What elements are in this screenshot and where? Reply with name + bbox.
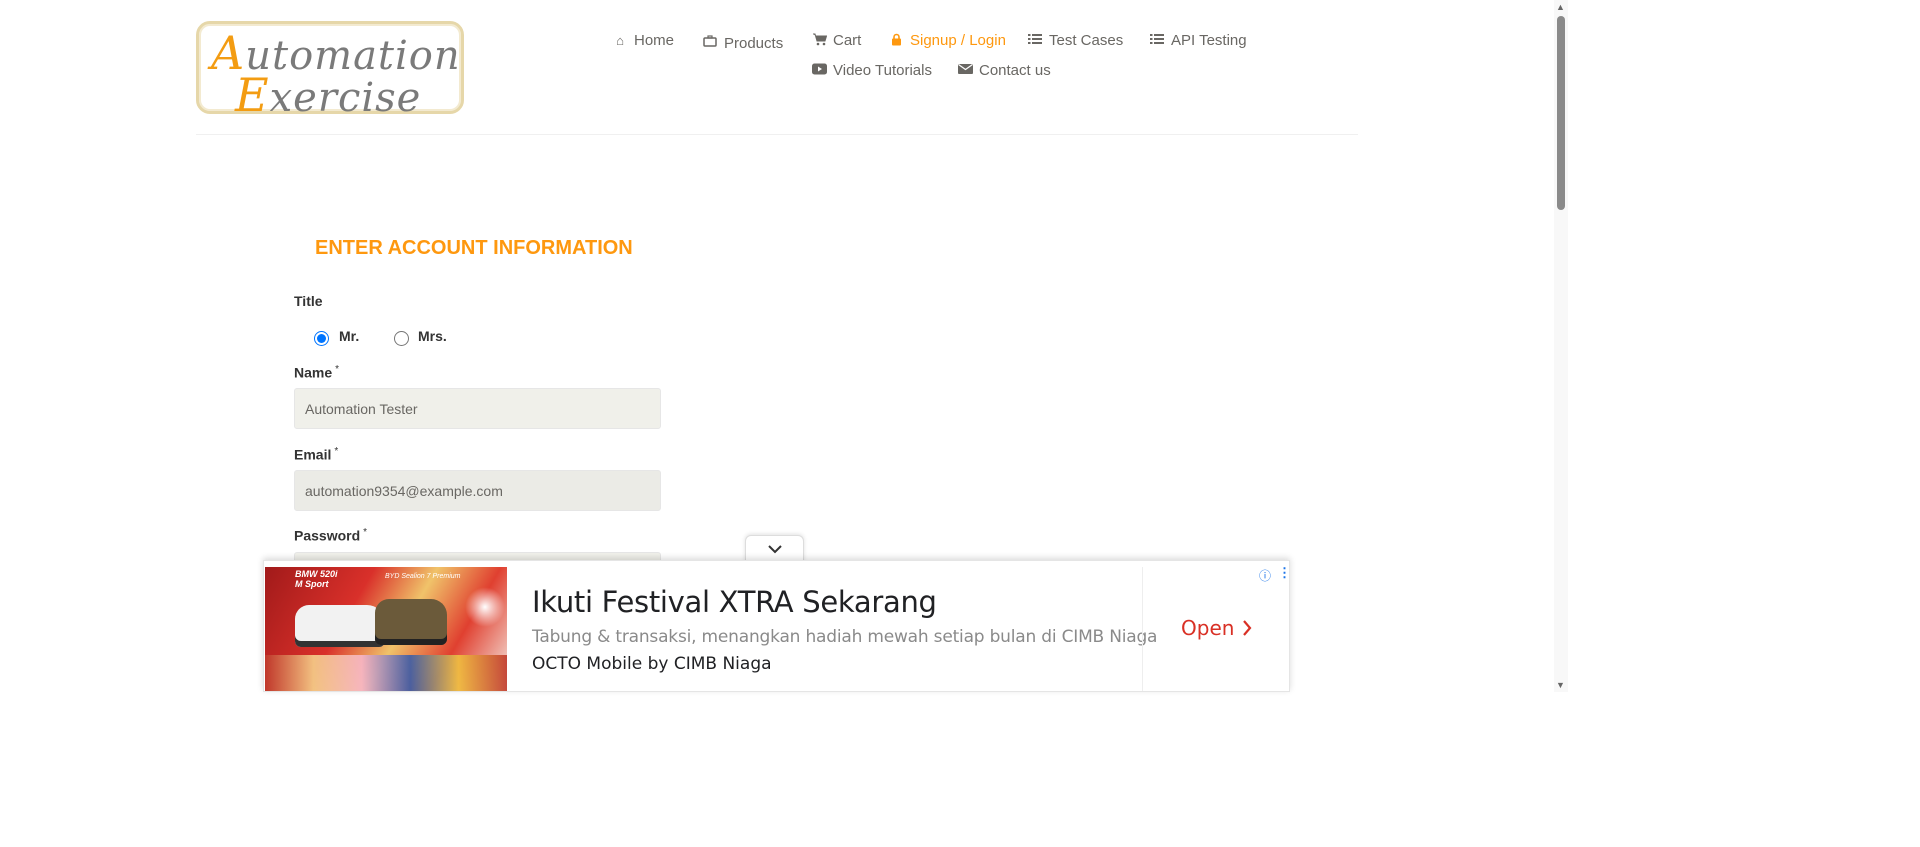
ad-description: Tabung & transaksi, menangkan hadiah mew… (532, 627, 1158, 647)
ad-divider (1142, 567, 1143, 691)
ad-image[interactable]: BMW 520i M Sport BYD Sealion 7 Premium (265, 567, 507, 691)
email-input[interactable] (294, 470, 661, 511)
car-image (295, 605, 385, 647)
chevron-down-icon (767, 545, 782, 554)
nav-products[interactable]: Products (703, 33, 783, 52)
ad-image-strip (265, 655, 507, 691)
envelope-icon (958, 63, 973, 78)
site-logo[interactable]: Automation Exercise (196, 21, 464, 122)
scroll-down-icon[interactable]: ▼ (1556, 680, 1565, 690)
nav-api-testing[interactable]: API Testing (1150, 32, 1247, 49)
briefcase-icon (703, 35, 717, 50)
ad-info-icon[interactable]: ⓘ (1259, 567, 1271, 584)
ad-collapse-button[interactable] (745, 535, 804, 562)
scroll-up-icon[interactable]: ▲ (1556, 2, 1565, 12)
nav-video-tutorials[interactable]: Video Tutorials (812, 62, 932, 79)
header-divider (196, 134, 1358, 135)
nav-signup-login[interactable]: Signup / Login (889, 32, 1006, 49)
ad-image-text: BMW 520i M Sport (295, 569, 338, 589)
nav-cart[interactable]: Cart (812, 32, 861, 49)
nav-test-cases[interactable]: Test Cases (1028, 32, 1123, 49)
required-mark: * (334, 446, 339, 457)
ad-menu-icon[interactable]: ⋮ (1278, 565, 1289, 581)
ad-image-flare (465, 587, 505, 627)
title-mr-radio[interactable] (314, 331, 329, 346)
ad-open-label: Open (1181, 616, 1235, 640)
nav-contact-us[interactable]: Contact us (958, 62, 1051, 79)
home-icon: ⌂ (616, 33, 624, 48)
page-scrollbar[interactable]: ▲ ▼ (1554, 0, 1568, 692)
list-icon (1150, 33, 1164, 48)
lock-icon (889, 33, 903, 49)
youtube-play-icon (812, 63, 827, 78)
car-image (375, 599, 447, 645)
required-mark: * (335, 364, 340, 375)
list-icon (1028, 33, 1042, 48)
ad-advertiser: OCTO Mobile by CIMB Niaga (532, 654, 772, 674)
logo-line-2: Exercise (235, 68, 422, 122)
chevron-right-icon (1243, 620, 1252, 636)
title-label: Title (294, 293, 323, 309)
ad-title[interactable]: Ikuti Festival XTRA Sekarang (532, 585, 937, 619)
ad-image-text: BYD Sealion 7 Premium (385, 573, 461, 580)
bottom-ad-banner[interactable]: BMW 520i M Sport BYD Sealion 7 Premium Ik… (263, 560, 1290, 692)
title-mrs-radio[interactable] (394, 331, 409, 346)
scrollbar-thumb[interactable] (1557, 16, 1565, 210)
required-mark: * (363, 527, 368, 538)
nav-home[interactable]: ⌂ Home (613, 32, 674, 49)
name-label: Name * (294, 364, 340, 381)
name-input[interactable] (294, 388, 661, 429)
email-label: Email * (294, 446, 339, 463)
ad-open-button[interactable]: Open (1181, 616, 1252, 640)
title-mrs-label[interactable]: Mrs. (418, 328, 447, 344)
password-label: Password * (294, 527, 368, 544)
cart-icon (812, 33, 828, 49)
title-mr-label[interactable]: Mr. (339, 328, 359, 344)
form-heading: ENTER ACCOUNT INFORMATION (315, 237, 633, 259)
